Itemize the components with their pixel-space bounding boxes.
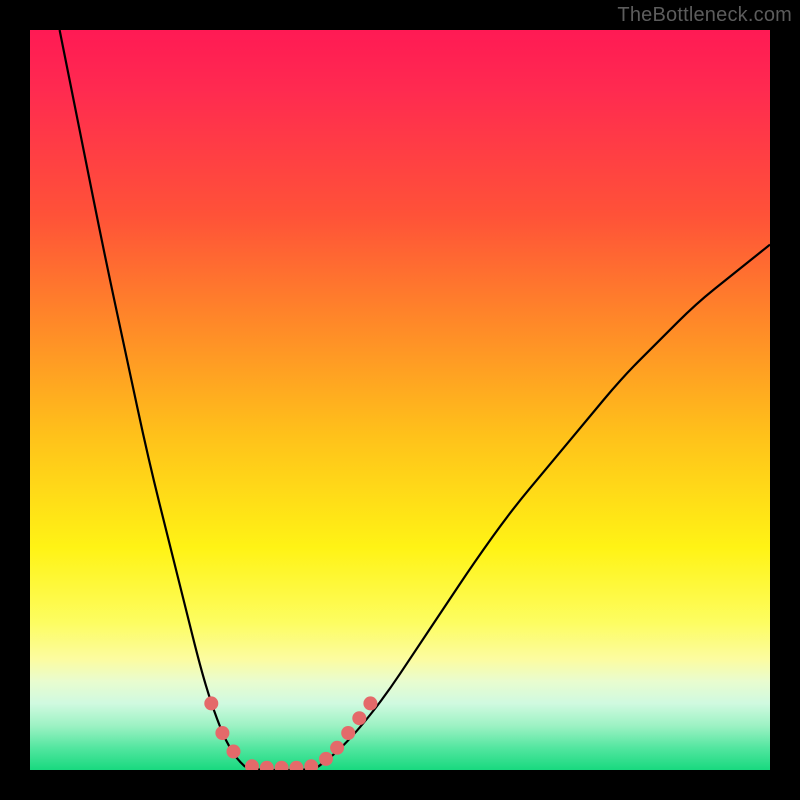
data-marker <box>330 741 344 755</box>
bottleneck-curve <box>30 30 770 770</box>
data-marker <box>227 745 241 759</box>
data-marker <box>275 761 289 770</box>
data-marker <box>363 696 377 710</box>
data-marker <box>260 761 274 770</box>
data-marker <box>289 761 303 770</box>
data-marker <box>352 711 366 725</box>
curve-path <box>60 30 770 770</box>
data-marker <box>204 696 218 710</box>
data-marker <box>319 752 333 766</box>
chart-frame: TheBottleneck.com <box>0 0 800 800</box>
data-marker <box>245 759 259 770</box>
plot-area <box>30 30 770 770</box>
watermark-text: TheBottleneck.com <box>617 4 792 27</box>
data-marker <box>304 759 318 770</box>
data-marker <box>215 726 229 740</box>
data-marker <box>341 726 355 740</box>
